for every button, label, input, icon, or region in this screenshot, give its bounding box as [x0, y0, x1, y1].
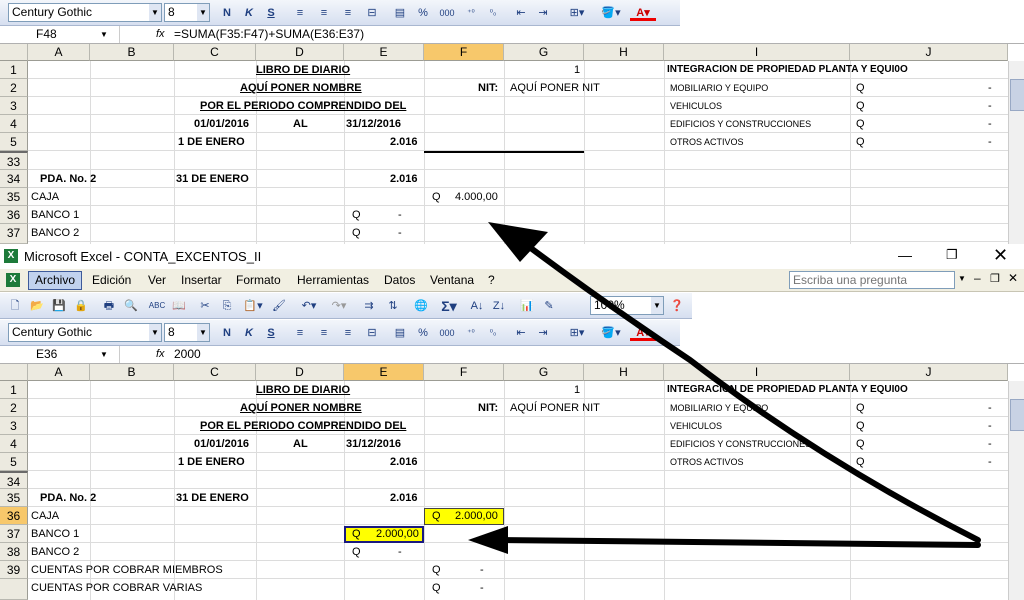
annotation-arrows — [468, 222, 981, 554]
arrowhead-bottom — [468, 526, 508, 554]
arrow-to-top-f35 — [517, 237, 981, 543]
arrow-to-bottom-e36 — [497, 537, 981, 548]
